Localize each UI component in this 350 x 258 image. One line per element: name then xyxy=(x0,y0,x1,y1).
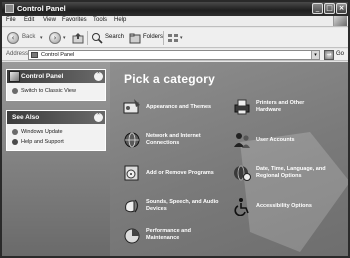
go-button[interactable]: Go xyxy=(336,51,344,57)
sounds-speaker-icon xyxy=(125,199,139,213)
menu-favorites[interactable]: Favorites xyxy=(62,17,87,23)
control-panel-panel: Control Panel ˄ Switch to Classic View xyxy=(6,69,106,101)
collapse-chevron-icon[interactable]: ˄ xyxy=(94,113,103,122)
network-globe-icon xyxy=(124,132,140,148)
control-panel-small-icon xyxy=(31,52,38,58)
collapse-chevron-icon[interactable]: ˄ xyxy=(94,72,103,81)
category-sounds-speech-audio[interactable]: Sounds, Speech, and Audio Devices xyxy=(122,196,232,218)
title-bar[interactable]: Control Panel _ □ × xyxy=(2,2,348,16)
search-icon[interactable] xyxy=(91,32,103,44)
category-performance-maintenance[interactable]: Performance and Maintenance xyxy=(122,225,232,247)
windows-update-label: Windows Update xyxy=(21,129,63,135)
task-pane: Control Panel ˄ Switch to Classic View S… xyxy=(2,62,110,256)
user-accounts-icon xyxy=(234,133,250,148)
category-label: Add or Remove Programs xyxy=(146,170,214,176)
switch-classic-view-label: Switch to Classic View xyxy=(21,88,76,94)
up-folder-icon[interactable] xyxy=(72,32,84,44)
minimize-button[interactable]: _ xyxy=(312,3,323,14)
maximize-button[interactable]: □ xyxy=(324,3,335,14)
category-user-accounts[interactable]: User Accounts xyxy=(232,130,344,152)
performance-chart-icon xyxy=(124,228,140,244)
category-label: Appearance and Themes xyxy=(146,104,212,110)
see-also-title: See Also xyxy=(12,114,40,121)
address-dropdown-icon[interactable]: ▾ xyxy=(311,51,319,59)
category-date-time-language[interactable]: Date, Time, Language, and Regional Optio… xyxy=(232,163,344,185)
see-also-panel: See Also ˄ Windows Update Help and Suppo… xyxy=(6,110,106,151)
add-remove-programs-icon xyxy=(124,165,139,181)
search-button[interactable]: Search xyxy=(105,34,124,40)
close-button[interactable]: × xyxy=(336,3,347,14)
menu-tools[interactable]: Tools xyxy=(93,17,107,23)
category-label: Date, Time, Language, and Regional Optio… xyxy=(256,166,326,179)
menu-bar: File Edit View Favorites Tools Help xyxy=(2,16,348,27)
printer-icon xyxy=(234,99,250,115)
control-panel-icon xyxy=(9,71,20,82)
accessibility-icon xyxy=(234,198,249,216)
back-arrow-icon[interactable]: ‹ xyxy=(7,32,19,44)
control-panel-panel-header[interactable]: Control Panel ˄ xyxy=(7,70,105,83)
windows-update-icon xyxy=(12,129,18,135)
windows-logo-icon xyxy=(333,16,347,26)
category-network-internet[interactable]: Network and Internet Connections xyxy=(122,130,232,152)
back-button[interactable]: Back xyxy=(22,34,35,40)
category-label: User Accounts xyxy=(256,137,295,143)
category-label: Network and Internet Connections xyxy=(146,133,201,146)
category-label: Accessibility Options xyxy=(256,203,312,209)
category-label: Printers and Other Hardware xyxy=(256,100,305,113)
control-panel-window: Control Panel _ □ × File Edit View Favor… xyxy=(0,0,350,258)
control-panel-panel-title: Control Panel xyxy=(21,73,64,80)
category-label: Performance and Maintenance xyxy=(146,228,191,241)
forward-dropdown-icon[interactable]: ▾ xyxy=(63,35,66,41)
classic-view-icon xyxy=(12,88,18,94)
help-and-support-link[interactable]: Help and Support xyxy=(7,137,105,147)
address-field[interactable]: Control Panel ▾ xyxy=(28,50,320,60)
page-title: Pick a category xyxy=(124,72,216,86)
menu-edit[interactable]: Edit xyxy=(24,17,34,23)
help-support-icon xyxy=(12,139,18,145)
appearance-themes-icon xyxy=(123,99,140,114)
category-view: Pick a category Appearance and Themes Pr… xyxy=(110,62,348,256)
menu-file[interactable]: File xyxy=(6,17,16,23)
back-dropdown-icon[interactable]: ▾ xyxy=(40,35,43,41)
toolbar-separator xyxy=(163,31,164,45)
menu-help[interactable]: Help xyxy=(114,17,126,23)
category-label: Sounds, Speech, and Audio Devices xyxy=(146,199,219,212)
views-dropdown-icon[interactable]: ▾ xyxy=(180,35,183,41)
date-time-globe-icon xyxy=(234,165,251,181)
switch-classic-view-link[interactable]: Switch to Classic View xyxy=(7,86,105,96)
toolbar: ‹ Back ▾ › ▾ Search Folders ▾ xyxy=(2,28,348,48)
forward-arrow-icon[interactable]: › xyxy=(49,32,61,44)
category-appearance-themes[interactable]: Appearance and Themes xyxy=(122,97,232,119)
toolbar-separator xyxy=(87,31,88,45)
window-title: Control Panel xyxy=(17,4,66,13)
windows-update-link[interactable]: Windows Update xyxy=(7,127,105,137)
address-value: Control Panel xyxy=(41,52,75,58)
help-and-support-label: Help and Support xyxy=(21,139,64,145)
go-arrow-icon[interactable]: → xyxy=(324,50,334,60)
address-label: Address xyxy=(6,51,29,57)
folders-icon[interactable] xyxy=(129,32,141,44)
category-accessibility-options[interactable]: Accessibility Options xyxy=(232,196,344,218)
menu-view[interactable]: View xyxy=(43,17,56,23)
control-panel-app-icon xyxy=(5,4,14,13)
views-icon[interactable] xyxy=(167,32,179,44)
address-bar: Address Control Panel ▾ → Go xyxy=(2,49,348,61)
see-also-panel-header[interactable]: See Also ˄ xyxy=(7,111,105,124)
category-printers-hardware[interactable]: Printers and Other Hardware xyxy=(232,97,344,119)
folders-button[interactable]: Folders xyxy=(143,34,163,40)
category-add-remove-programs[interactable]: Add or Remove Programs xyxy=(122,163,232,185)
